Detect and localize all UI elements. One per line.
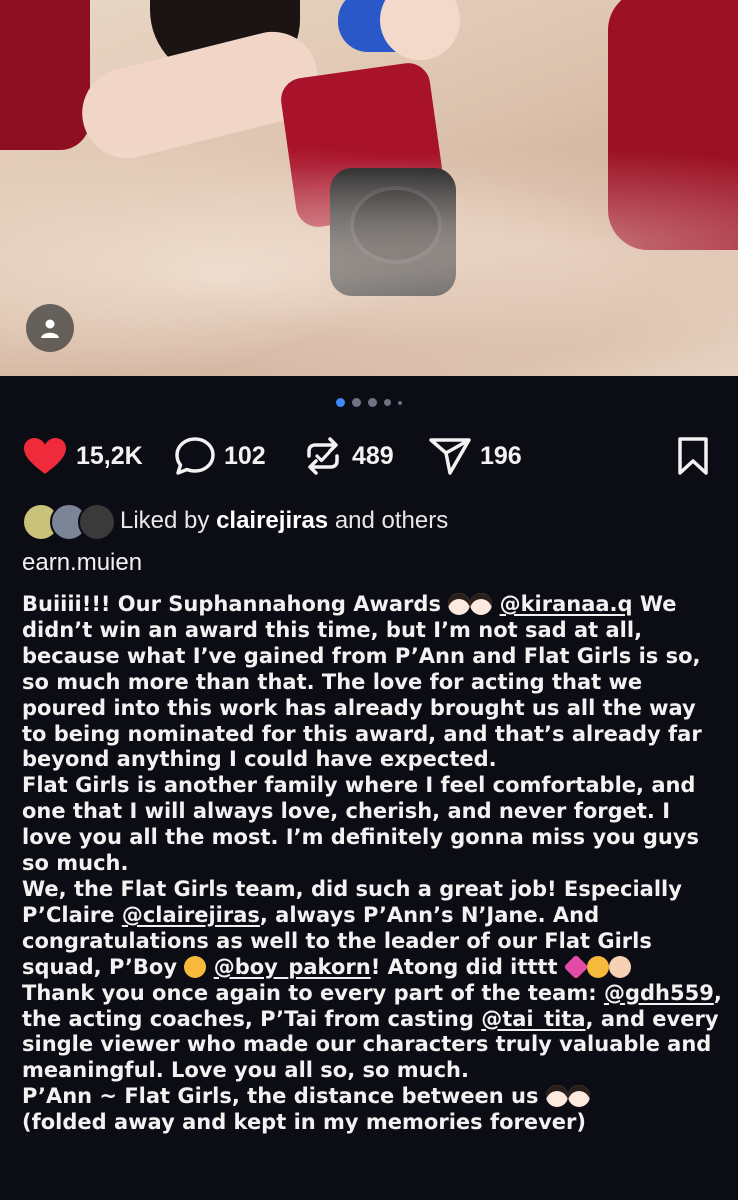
party-face-emoji bbox=[586, 955, 609, 978]
liked-by-user[interactable]: clairejiras bbox=[216, 507, 328, 534]
comment-button[interactable]: 102 bbox=[174, 434, 266, 478]
girl-emoji bbox=[567, 1085, 590, 1108]
send-icon bbox=[429, 438, 471, 475]
person-icon bbox=[41, 319, 59, 338]
carousel-dot[interactable] bbox=[398, 400, 402, 405]
carousel-dot[interactable] bbox=[368, 398, 377, 407]
carousel-indicator bbox=[0, 398, 738, 407]
carousel-dot[interactable] bbox=[384, 399, 391, 406]
post-photo[interactable] bbox=[0, 0, 738, 376]
girl-emoji bbox=[470, 593, 493, 615]
bookmark-icon bbox=[678, 437, 708, 475]
save-button[interactable] bbox=[676, 436, 710, 480]
caption-paragraph: Thank you once again to every part of th… bbox=[22, 980, 722, 1083]
hearts-emoji bbox=[563, 954, 589, 980]
repost-button[interactable]: 489 bbox=[302, 434, 394, 478]
mention-link[interactable]: @boy_pakorn bbox=[214, 955, 371, 979]
share-button[interactable]: 196 bbox=[428, 434, 522, 478]
mention-link[interactable]: @kiranaa.q bbox=[500, 592, 633, 616]
girl-emoji bbox=[448, 593, 471, 615]
share-count: 196 bbox=[480, 441, 522, 470]
like-count: 15,2K bbox=[76, 441, 143, 470]
post-author-username[interactable]: earn.muien bbox=[22, 549, 142, 577]
caption-paragraph: Buiiii!!! Our Suphannahong Awards @kiran… bbox=[22, 592, 702, 772]
liked-by-text: Liked by clairejiras and others bbox=[120, 507, 449, 534]
caption-paragraph: (folded away and kept in my memories for… bbox=[22, 1110, 586, 1135]
caption-paragraph: P’Ann ~ Flat Girls, the distance between… bbox=[22, 1084, 722, 1110]
post-caption: Buiiii!!! Our Suphannahong Awards @kiran… bbox=[22, 592, 722, 1136]
mention-link[interactable]: @gdh559 bbox=[604, 981, 714, 1005]
caption-paragraph: We, the Flat Girls team, did such a grea… bbox=[22, 876, 682, 980]
liked-by-row[interactable]: Liked by clairejiras and others bbox=[22, 503, 449, 541]
like-button[interactable]: 15,2K bbox=[22, 434, 143, 478]
tagged-people-button[interactable] bbox=[26, 304, 74, 352]
clap-emoji bbox=[608, 955, 631, 978]
avatar bbox=[78, 503, 116, 541]
comment-count: 102 bbox=[224, 441, 266, 470]
mention-link[interactable]: @clairejiras bbox=[122, 903, 260, 927]
repost-icon bbox=[307, 437, 339, 475]
carousel-dot[interactable] bbox=[352, 398, 361, 407]
party-face-emoji bbox=[184, 955, 207, 978]
caption-paragraph: Flat Girls is another family where I fee… bbox=[22, 773, 700, 876]
carousel-dot[interactable] bbox=[336, 398, 345, 407]
mention-link[interactable]: @tai_tita bbox=[481, 1007, 585, 1031]
comment-icon bbox=[175, 437, 215, 475]
dress bbox=[0, 120, 738, 376]
girl-emoji bbox=[545, 1085, 568, 1108]
heart-icon bbox=[24, 438, 66, 474]
action-bar: 15,2K 102 489 196 bbox=[22, 434, 722, 478]
liker-avatars bbox=[22, 503, 116, 541]
repost-count: 489 bbox=[352, 441, 394, 470]
